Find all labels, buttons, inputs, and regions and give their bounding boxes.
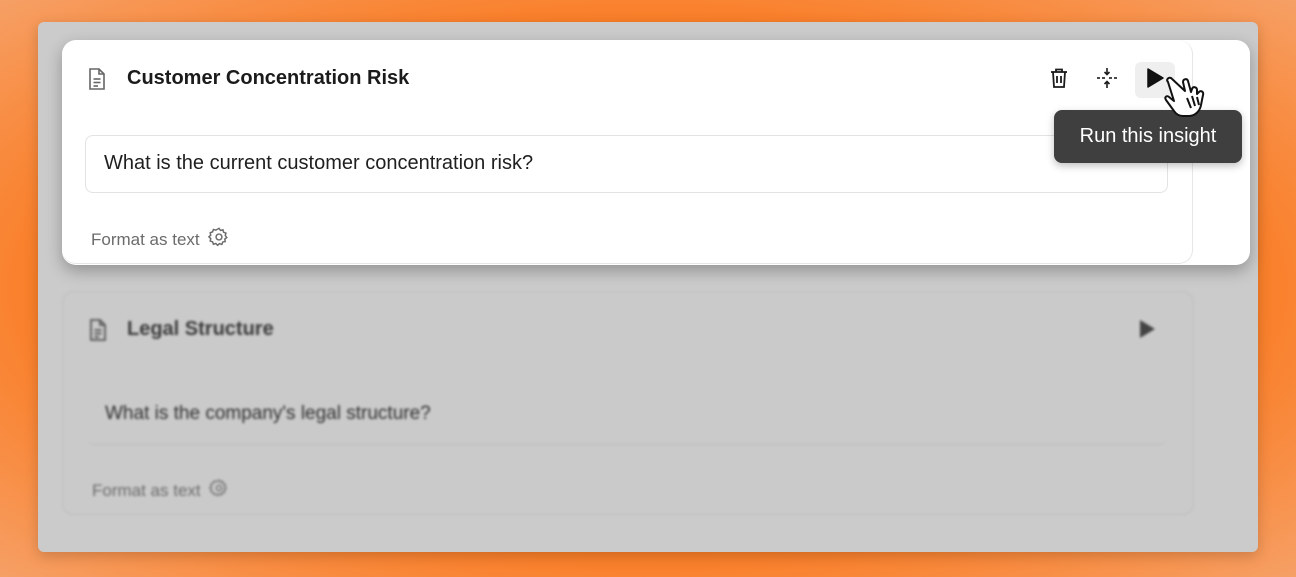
insight-title: Customer Concentration Risk (127, 67, 410, 89)
gear-icon[interactable] (207, 226, 230, 253)
gear-icon[interactable] (208, 478, 229, 503)
format-setting[interactable]: Format as text (91, 226, 230, 253)
insight-title: Legal Structure (127, 318, 274, 340)
document-icon (87, 67, 107, 96)
insight-card-legal-structure[interactable]: Legal Structure What is the company's le… (62, 291, 1194, 515)
question-input[interactable]: What is the company's legal structure? (87, 387, 1167, 445)
collapse-icon (1095, 66, 1119, 95)
format-label: Format as text (92, 480, 201, 500)
play-icon[interactable] (1137, 318, 1157, 345)
format-label: Format as text (91, 229, 200, 249)
format-setting[interactable]: Format as text (92, 478, 229, 503)
question-input[interactable]: What is the current customer concentrati… (85, 135, 1168, 193)
delete-button[interactable] (1039, 62, 1079, 98)
collapse-button[interactable] (1087, 62, 1127, 98)
card-actions (1039, 62, 1175, 98)
trash-icon (1049, 67, 1069, 94)
document-icon (88, 318, 108, 347)
hand-pointer-icon (1160, 76, 1216, 127)
